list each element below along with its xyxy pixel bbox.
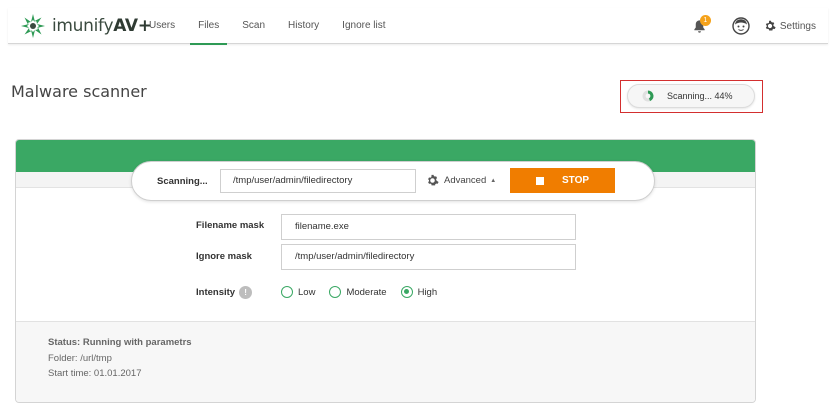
stop-icon xyxy=(535,176,544,185)
intensity-option-moderate[interactable]: Moderate xyxy=(329,286,387,298)
intensity-option-label: Low xyxy=(298,286,316,298)
gear-icon xyxy=(428,174,439,186)
intensity-option-label: Moderate xyxy=(346,286,387,298)
intensity-radio-group: Low Moderate High xyxy=(281,286,451,298)
scanner-card: Scanning... /tmp/user/admin/filedirector… xyxy=(15,139,756,403)
intensity-label-text: Intensity xyxy=(196,287,236,299)
advanced-toggle[interactable]: Advanced ▲ xyxy=(426,174,496,187)
imunify-logo-icon xyxy=(21,14,45,38)
logo-text: imunifyAV+ xyxy=(52,16,152,36)
intensity-option-low[interactable]: Low xyxy=(281,286,315,298)
radio-button-icon xyxy=(329,286,342,298)
stop-label: STOP xyxy=(561,175,590,186)
radio-button-icon xyxy=(281,286,293,298)
scan-status-pill[interactable]: Scanning... 44% xyxy=(627,84,755,108)
scan-path-input[interactable]: /tmp/user/admin/filedirectory xyxy=(220,169,416,193)
top-navigation-bar: imunifyAV+ Users Files Scan History Igno… xyxy=(8,8,828,45)
scan-status-text: Scanning... 44% xyxy=(667,91,733,101)
status-title: Status: Running with parametrs xyxy=(48,337,192,348)
main-nav: Users Files Scan History Ignore list xyxy=(149,8,409,45)
scan-progress-icon xyxy=(642,90,654,102)
scan-status-highlight: Scanning... 44% xyxy=(620,80,763,113)
app-logo[interactable]: imunifyAV+ xyxy=(20,12,152,40)
nav-item-scan[interactable]: Scan xyxy=(242,8,265,44)
intensity-label: Intensity! xyxy=(196,286,253,299)
stop-button[interactable]: STOP xyxy=(510,168,615,193)
settings-label: Settings xyxy=(779,20,816,32)
filename-mask-label: Filename mask xyxy=(196,220,265,231)
advanced-label: Advanced xyxy=(444,175,487,186)
notifications-button[interactable]: 1 xyxy=(692,15,711,35)
radio-button-checked-icon xyxy=(400,286,413,298)
intensity-option-high[interactable]: High xyxy=(400,286,438,298)
settings-link[interactable]: Settings xyxy=(764,20,816,32)
status-folder: Folder: /url/tmp xyxy=(48,353,112,364)
info-icon[interactable]: ! xyxy=(239,286,253,299)
caret-up-icon: ▲ xyxy=(490,177,497,184)
status-info-panel: Status: Running with parametrs Folder: /… xyxy=(16,322,755,402)
nav-item-ignore-list[interactable]: Ignore list xyxy=(342,8,385,44)
ignore-mask-input[interactable]: /tmp/user/admin/filedirectory xyxy=(281,244,576,270)
status-start-time: Start time: 01.01.2017 xyxy=(48,368,142,379)
logo-text-suffix: AV+ xyxy=(113,16,152,36)
gear-icon xyxy=(765,20,776,31)
intensity-option-label: High xyxy=(417,286,438,298)
scan-control-bar: Scanning... /tmp/user/admin/filedirector… xyxy=(131,161,655,201)
scan-label: Scanning... xyxy=(157,176,208,187)
nav-item-history[interactable]: History xyxy=(288,8,319,44)
filename-mask-input[interactable]: filename.exe xyxy=(281,214,576,240)
notification-count-badge: 1 xyxy=(699,15,711,26)
logo-text-main: imunify xyxy=(52,16,114,36)
ignore-mask-label: Ignore mask xyxy=(196,251,252,262)
page-title: Malware scanner xyxy=(11,82,147,101)
header-tools: 1 Settings xyxy=(692,8,816,44)
nav-item-users[interactable]: Users xyxy=(149,8,175,44)
user-avatar-icon[interactable] xyxy=(732,17,750,35)
nav-item-files[interactable]: Files xyxy=(190,8,228,45)
